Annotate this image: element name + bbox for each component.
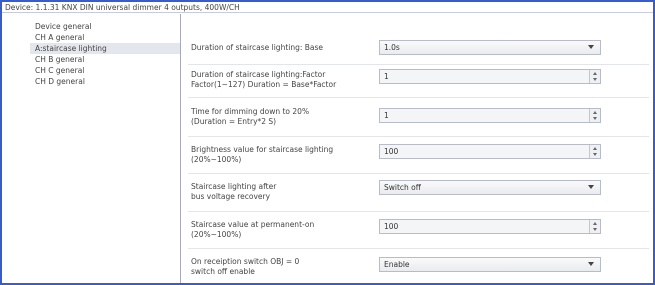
window-title: Device: 1.1.31 KNX DIN universal dimmer … [2, 2, 653, 13]
sidebar-item-ch-c-general[interactable]: CH C general [2, 65, 180, 76]
sidebar-item-ch-d-general[interactable]: CH D general [2, 76, 180, 87]
param-label: Staircase value at permanent-on (20%~100… [191, 220, 371, 240]
sidebar-item-ch-a-general[interactable]: CH A general [2, 32, 180, 43]
param-label-line: bus voltage recovery [191, 192, 271, 201]
row-divider [188, 248, 649, 249]
row-divider [188, 211, 649, 212]
dimming-time-spinner[interactable]: 1 [379, 108, 601, 123]
duration-base-select[interactable]: 1.0s [379, 40, 601, 55]
param-label: Time for dimming down to 20% (Duration =… [191, 107, 371, 127]
param-label: Brightness value for staircase lighting … [191, 145, 371, 165]
param-label: Duration of staircase lighting:Factor Fa… [191, 70, 371, 90]
spinner-value: 1 [384, 111, 389, 120]
duration-factor-spinner[interactable]: 1 [379, 69, 601, 84]
sidebar: Device general CH A general A:staircase … [2, 14, 181, 283]
select-value: 1.0s [384, 43, 400, 52]
permanent-on-spinner[interactable]: 100 [379, 219, 601, 234]
select-value: Enable [384, 260, 410, 269]
param-label-line: Duration of staircase lighting:Factor [191, 70, 326, 79]
param-label-line: Brightness value for staircase lighting [191, 145, 334, 154]
chevron-down-icon [588, 45, 594, 49]
sidebar-item-ch-b-general[interactable]: CH B general [2, 54, 180, 65]
spinner-arrows-icon[interactable] [589, 145, 600, 158]
param-label-line: (Duration = Entry*2 S) [191, 117, 277, 126]
param-label: Duration of staircase lighting: Base [191, 43, 324, 52]
spinner-arrows-icon[interactable] [589, 70, 600, 83]
param-label-line: Staircase value at permanent-on [191, 220, 315, 229]
spinner-arrows-icon[interactable] [589, 109, 600, 122]
param-label-line: Time for dimming down to 20% [191, 107, 310, 116]
row-divider [188, 173, 649, 174]
spinner-arrows-icon[interactable] [589, 220, 600, 233]
param-label-line: Staircase lighting after [191, 182, 277, 191]
param-label-line: switch off enable [191, 267, 255, 276]
param-label-line: (20%~100%) [191, 155, 242, 164]
chevron-down-icon [588, 185, 594, 189]
row-divider [188, 64, 649, 65]
sidebar-item-device-general[interactable]: Device general [2, 21, 180, 32]
param-label: Staircase lighting after bus voltage rec… [191, 182, 371, 202]
select-value: Switch off [384, 183, 421, 192]
bus-recovery-select[interactable]: Switch off [379, 180, 601, 195]
spinner-value: 100 [384, 147, 399, 156]
row-divider [188, 97, 649, 98]
row-divider [188, 136, 649, 137]
spinner-value: 1 [384, 72, 389, 81]
brightness-spinner[interactable]: 100 [379, 144, 601, 159]
param-label-line: Factor(1~127) Duration = Base*Factor [191, 80, 337, 89]
parameter-window: Device: 1.1.31 KNX DIN universal dimmer … [0, 0, 655, 285]
parameter-panel: Duration of staircase lighting: Base 1.0… [182, 14, 653, 283]
chevron-down-icon [588, 262, 594, 266]
sidebar-item-a-staircase-lighting[interactable]: A:staircase lighting [30, 43, 180, 54]
switch-off-enable-select[interactable]: Enable [379, 257, 601, 272]
param-label: On receiption switch OBJ = 0 switch off … [191, 257, 371, 277]
param-label-line: (20%~100%) [191, 230, 242, 239]
spinner-value: 100 [384, 222, 399, 231]
param-label-line: On receiption switch OBJ = 0 [191, 257, 300, 266]
